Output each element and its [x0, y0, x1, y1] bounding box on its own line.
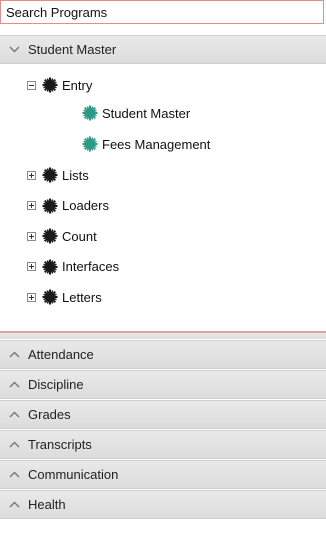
gear-icon [42, 259, 58, 275]
chevron-up-icon [0, 411, 28, 418]
gear-icon [82, 105, 98, 121]
section-header-label: Student Master [28, 42, 117, 57]
section-header-label: Communication [28, 467, 119, 482]
program-item-fees-management[interactable]: Fees Management [82, 134, 210, 154]
gear-icon [42, 198, 58, 214]
program-item-label: Fees Management [102, 136, 211, 152]
section-header-discipline[interactable]: Discipline [0, 370, 326, 399]
section-header-attendance[interactable]: Attendance [0, 340, 326, 369]
tree-folder-loaders[interactable]: Loaders [27, 196, 109, 216]
tree-folder-label: Letters [62, 289, 102, 305]
search-box[interactable] [0, 0, 324, 24]
section-header-label: Grades [28, 407, 71, 422]
section-header-grades[interactable]: Grades [0, 400, 326, 429]
section-divider [0, 331, 326, 339]
tree-folder-entry[interactable]: Entry [27, 75, 92, 95]
chevron-up-icon [0, 381, 28, 388]
chevron-up-icon [0, 441, 28, 448]
section-header-label: Attendance [28, 347, 94, 362]
expand-toggle-icon[interactable] [27, 292, 36, 302]
gear-icon [82, 136, 98, 152]
program-item-label: Student Master [102, 105, 191, 121]
tree-folder-label: Entry [62, 77, 93, 93]
gear-icon [42, 167, 58, 183]
chevron-up-icon [0, 501, 28, 508]
tree-folder-label: Count [62, 228, 97, 244]
gear-icon [42, 228, 58, 244]
tree-folder-count[interactable]: Count [27, 226, 97, 246]
section-header-label: Health [28, 497, 66, 512]
expand-toggle-icon[interactable] [27, 262, 36, 271]
tree-folder-label: Loaders [62, 198, 109, 213]
gear-icon [42, 289, 58, 305]
tree-folder-letters[interactable]: Letters [27, 287, 102, 307]
collapse-toggle-icon[interactable] [27, 80, 36, 90]
section-header-transcripts[interactable]: Transcripts [0, 430, 326, 459]
section-header-student-master[interactable]: Student Master [0, 35, 326, 64]
chevron-up-icon [0, 471, 28, 478]
program-item-student-master[interactable]: Student Master [82, 103, 190, 123]
tree-folder-label: Lists [62, 167, 89, 183]
tree-folder-lists[interactable]: Lists [27, 165, 89, 185]
section-header-label: Discipline [28, 377, 84, 392]
tree-folder-label: Interfaces [62, 259, 120, 274]
section-header-health[interactable]: Health [0, 490, 326, 519]
expand-toggle-icon[interactable] [27, 170, 36, 180]
search-input[interactable] [1, 1, 323, 23]
expand-toggle-icon[interactable] [27, 201, 36, 210]
expand-toggle-icon[interactable] [27, 231, 36, 241]
tree-folder-interfaces[interactable]: Interfaces [27, 257, 119, 277]
chevron-up-icon [0, 351, 28, 358]
chevron-down-icon [0, 46, 28, 53]
gear-icon [42, 77, 58, 93]
section-header-label: Transcripts [28, 437, 92, 452]
section-header-communication[interactable]: Communication [0, 460, 326, 489]
